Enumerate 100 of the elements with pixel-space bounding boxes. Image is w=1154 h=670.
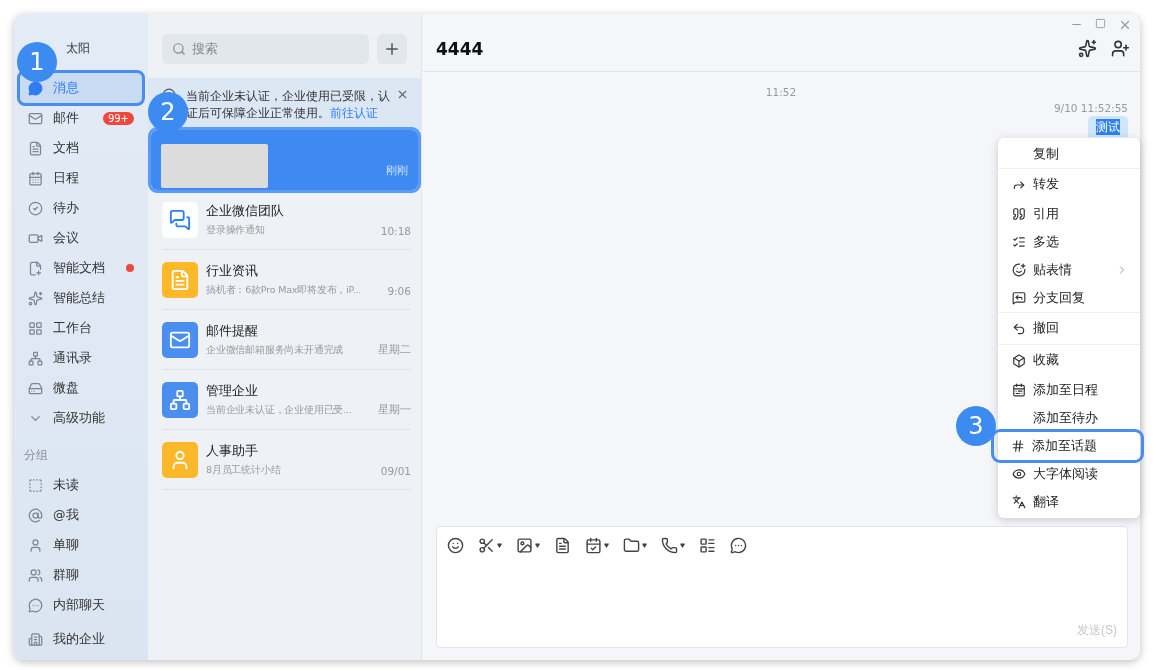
menu-item[interactable]: 收藏 [998,344,1140,376]
menu-item[interactable]: 分支回复 [998,284,1140,312]
sidebar-icon [28,320,43,336]
group-icon [28,597,43,613]
sparkle-icon[interactable] [1078,39,1097,58]
group-item[interactable]: 内部聊天 [20,590,142,620]
chat-preview: 当前企业未认证，企业使用已受... [206,403,352,417]
menu-item[interactable]: 翻译 [998,488,1140,516]
chat-time: 星期一 [378,403,411,417]
message-time: 9/10 11:52:55 [1053,102,1128,114]
group-item[interactable]: @我 [20,500,142,530]
menu-icon [1012,235,1026,249]
calendar-check-icon[interactable] [585,537,609,554]
group-item[interactable]: 单聊 [20,530,142,560]
menu-item[interactable]: 大字体阅读 [998,460,1140,488]
chat-title: 企业微信团队 [206,202,285,220]
menu-item[interactable]: 添加至待办 [998,404,1140,432]
enterprise-item[interactable]: 我的企业 [14,626,148,652]
close-icon[interactable] [1118,18,1132,32]
chat-title: 邮件提醒 [206,322,259,340]
apps-icon[interactable] [699,537,716,554]
sidebar-icon [28,260,43,276]
chat-row[interactable]: 管理企业 当前企业未认证，企业使用已受... 星期一 [162,370,411,430]
chat-title: 行业资讯 [206,262,259,280]
message-bubble[interactable]: 测试 [1088,116,1128,137]
image-icon[interactable] [516,537,540,554]
chat-time: 刚刚 [386,164,408,178]
menu-icon [1012,467,1026,481]
menu-item[interactable]: 添加至日程 [998,376,1140,404]
close-icon [396,88,409,101]
menu-icon [1012,353,1026,368]
sidebar-item[interactable]: 待办 [20,193,142,223]
sidebar-icon [28,380,43,396]
menu-item[interactable]: 复制 [998,140,1140,168]
group-icon [28,477,43,493]
chat-search-icon[interactable] [730,537,747,554]
menu-item[interactable]: 添加至话题 [994,432,1141,460]
menu-item[interactable]: 转发 [998,168,1140,200]
chat-preview: 登录操作通知 [206,223,265,237]
add-member-icon[interactable] [1111,39,1130,58]
chat-row[interactable]: 企业微信团队 登录操作通知 10:18 [162,190,411,250]
menu-icon [1012,495,1026,509]
menu-icon [1012,207,1026,221]
sidebar-icon [28,350,43,366]
phone-icon[interactable] [661,537,685,554]
document-icon[interactable] [554,537,571,554]
sidebar-item[interactable]: 智能总结 [20,283,142,313]
chat-row[interactable]: 行业资讯 搞机者：6款Pro Max即将发布，iP... 9:06 [162,250,411,310]
chat-preview: 8月员工统计小结 [206,463,281,477]
sidebar-icon [28,200,43,216]
chat-title: 人事助手 [206,442,259,460]
chat-time: 9:06 [387,285,411,297]
group-item[interactable]: 群聊 [20,560,142,590]
building-icon [28,631,43,647]
sidebar-item[interactable]: 日程 [20,163,142,193]
group-icon [28,567,43,583]
folder-icon[interactable] [623,537,647,554]
menu-icon [1011,439,1025,453]
chat-preview: 搞机者：6款Pro Max即将发布，iP... [206,283,362,297]
search-icon [172,42,186,56]
sidebar-icon [28,140,43,156]
chat-time: 10:18 [380,225,411,237]
sidebar-icon [28,170,43,186]
unread-badge: 99+ [102,111,134,125]
chat-title: 4444 [436,38,485,59]
emoji-icon[interactable] [447,537,464,554]
menu-item[interactable]: 贴表情 [998,256,1140,284]
menu-icon [1012,321,1026,336]
chat-preview: 企业微信邮箱服务尚未开通完成 [206,343,344,357]
add-button[interactable] [377,34,407,64]
sidebar-item[interactable]: 微盘 [20,373,142,403]
menu-icon [1012,263,1026,277]
sidebar-item[interactable]: 高级功能 [20,403,142,433]
menu-icon [1012,291,1026,305]
group-item[interactable]: 未读 [20,470,142,500]
chat-title: 管理企业 [206,382,259,400]
group-icon [28,507,43,523]
sidebar-item[interactable]: 会议 [20,223,142,253]
group-icon [28,537,43,553]
menu-item[interactable]: 多选 [998,228,1140,256]
user-name: 太阳 [65,40,91,57]
sidebar-item[interactable]: 工作台 [20,313,142,343]
sidebar-icon [28,110,43,126]
chat-row[interactable]: 邮件提醒 企业微信邮箱服务尚未开通完成 星期二 [162,310,411,370]
plus-icon [383,40,401,58]
chat-time: 星期二 [378,343,411,357]
message-text: 测试 [1096,119,1120,135]
sidebar-item[interactable]: 文档 [20,133,142,163]
sidebar-icon [28,290,43,306]
chat-row[interactable]: 人事助手 8月员工统计小结 09/01 [162,430,411,490]
sidebar-item[interactable]: 通讯录 [20,343,142,373]
chat-time: 09/01 [380,465,411,477]
menu-item[interactable]: 引用 [998,200,1140,228]
menu-icon [1012,383,1026,397]
menu-item[interactable]: 撤回 [998,312,1140,344]
time-divider: 11:52 [765,86,797,98]
scissors-icon[interactable] [478,537,502,554]
sidebar-icon [28,80,43,96]
sidebar-item[interactable]: 智能文档 [20,253,142,283]
sidebar-item[interactable]: 邮件 99+ [20,103,142,133]
